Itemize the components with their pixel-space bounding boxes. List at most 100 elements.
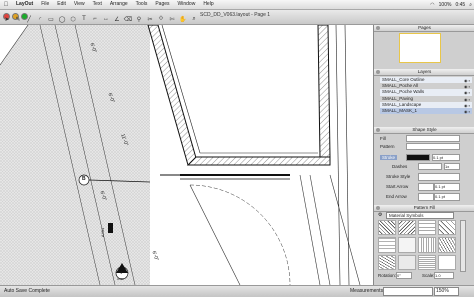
fill-swatch[interactable]	[406, 135, 460, 142]
stroke-style-buttons[interactable]	[418, 173, 460, 181]
pattern-swatch-gravel[interactable]	[398, 254, 416, 270]
label-tool-icon[interactable]: ⌐	[90, 15, 100, 24]
pattern-fill-header[interactable]: Pattern Fill	[374, 205, 474, 212]
polygon-tool-icon[interactable]: ⬡	[68, 15, 78, 24]
dashes-scale[interactable]: 1x	[444, 163, 460, 170]
section-number: 1	[120, 270, 123, 275]
grid-label-b: B	[82, 176, 86, 182]
pattern-swatch-angled-2[interactable]	[378, 254, 396, 270]
arc-tool-icon[interactable]: ◜	[35, 15, 45, 24]
scale-input[interactable]: 1.0	[434, 272, 454, 279]
select-tool-icon[interactable]: ➤	[2, 15, 12, 24]
status-bar: Auto Save Complete Measurements 150%	[0, 285, 474, 297]
gear-icon[interactable]: ⚙	[378, 212, 382, 218]
pages-panel-header[interactable]: Pages	[374, 25, 474, 32]
pattern-swatch-fine[interactable]	[418, 254, 436, 270]
end-arrow-label: End Arrow	[386, 194, 407, 199]
pencil-tool-icon[interactable]: ✎	[13, 15, 23, 24]
text-tool-icon[interactable]: T	[79, 15, 89, 24]
layers-list: SMALL_Core Outline ◉ ▪ SMALL_Poche All ◉ ▪…	[380, 77, 472, 115]
dashes-select[interactable]	[418, 163, 442, 170]
close-icon[interactable]	[376, 26, 380, 30]
pattern-grid	[378, 220, 456, 270]
close-icon[interactable]	[376, 128, 380, 132]
battery-percent[interactable]: 100%	[439, 2, 452, 8]
pattern-swatch-vertical[interactable]	[418, 237, 436, 253]
pattern-swatch[interactable]	[406, 143, 460, 150]
eraser-tool-icon[interactable]: ⌫	[123, 15, 133, 24]
angle-dim-tool-icon[interactable]: ∠	[112, 15, 122, 24]
fill-label[interactable]: Fill	[380, 136, 386, 141]
material-select[interactable]: Material Symbols	[386, 212, 454, 219]
split-tool-icon[interactable]: ✂	[145, 15, 155, 24]
shape-style-header[interactable]: Shape Style	[374, 127, 474, 134]
join-tool-icon[interactable]: ⟐	[156, 15, 166, 24]
start-arrow-label: Start Arrow	[386, 184, 409, 189]
menu-pages[interactable]: Pages	[151, 0, 173, 9]
layers-panel-header[interactable]: Layers	[374, 69, 474, 76]
spotlight-icon[interactable]: ⌕	[469, 2, 472, 8]
pattern-swatch-blank[interactable]	[438, 254, 456, 270]
stroke-label[interactable]: Stroke	[380, 155, 398, 160]
layer-item-selected[interactable]: SMALL_MASK_1 ◉ ▪	[380, 107, 472, 115]
menu-view[interactable]: View	[70, 0, 89, 9]
end-arrow-select[interactable]	[418, 193, 434, 201]
tool-row: ➤ ✎ ╱ ◜ ▭ ◯ ⬡ T ⌐ ↔ ∠ ⌫ ⚲ ✂ ⟐ ✄ ✋ ⌕	[2, 14, 199, 24]
menu-status-area: ◠ 100% 0:45 ⌕	[430, 0, 472, 9]
section-sheet: A411	[117, 277, 124, 281]
start-arrow-select[interactable]	[418, 183, 434, 191]
hatched-slab	[0, 25, 150, 285]
rotation-input[interactable]: 0°	[396, 272, 412, 279]
menu-window[interactable]: Window	[174, 0, 200, 9]
menu-bar:  LayOut File Edit View Text Arrange Too…	[0, 0, 474, 10]
circle-tool-icon[interactable]: ◯	[57, 15, 67, 24]
zoom-select[interactable]: 150%	[434, 287, 459, 296]
stroke-style-label: Stroke Style	[386, 174, 411, 179]
stroke-color[interactable]	[406, 154, 430, 161]
pan-tool-icon[interactable]: ✋	[178, 15, 188, 24]
dimension-tool-icon[interactable]: ↔	[101, 15, 111, 24]
menu-edit[interactable]: Edit	[53, 0, 70, 9]
sheet-ref-a401: A401	[100, 227, 106, 238]
page-thumbnail[interactable]	[399, 33, 441, 63]
pattern-swatch-stone[interactable]	[398, 237, 416, 253]
menu-text[interactable]: Text	[89, 0, 106, 9]
lock-icon[interactable]: ◉ ▪	[464, 109, 470, 115]
inspector-panels: Pages Layers SMALL_Core Outline ◉ ▪ SMALL…	[373, 25, 474, 285]
window-title: SCD_DD_V063.layout - Page 1	[200, 12, 271, 18]
start-arrow-size[interactable]: 0.1 pt	[434, 183, 460, 191]
menu-tools[interactable]: Tools	[132, 0, 152, 9]
pattern-swatch-brick[interactable]	[378, 237, 396, 253]
zoom-tool-icon[interactable]: ⌕	[189, 15, 199, 24]
style-tool-icon[interactable]: ⚲	[134, 15, 144, 24]
measurements-input[interactable]	[383, 287, 433, 296]
drawing-canvas[interactable]: 6'-0" 6'-0" 11'-0" 6'-0" A401 B 6'-0" 1 …	[0, 25, 373, 285]
scissors-tool-icon[interactable]: ✄	[167, 15, 177, 24]
pattern-scrollbar[interactable]	[460, 220, 466, 272]
menu-file[interactable]: File	[37, 0, 53, 9]
scale-label: Scale:	[422, 273, 435, 278]
pattern-swatch-horizontal[interactable]	[418, 220, 436, 236]
menu-arrange[interactable]: Arrange	[106, 0, 132, 9]
menu-help[interactable]: Help	[199, 0, 217, 9]
rotation-label: Rotation:	[378, 273, 397, 278]
measurements-label: Measurements	[350, 288, 384, 294]
clock[interactable]: 0:45	[455, 2, 465, 8]
pattern-swatch-angled[interactable]	[438, 237, 456, 253]
pattern-swatch-hatch[interactable]	[438, 220, 456, 236]
pattern-swatch-diagonal-reverse[interactable]	[398, 220, 416, 236]
close-icon[interactable]	[376, 206, 380, 210]
wifi-icon[interactable]: ◠	[430, 2, 434, 8]
stroke-weight[interactable]: 0.1 pt	[432, 154, 460, 161]
close-icon[interactable]	[376, 70, 380, 74]
status-text: Auto Save Complete	[4, 288, 50, 294]
pattern-swatch-diagonal[interactable]	[378, 220, 396, 236]
rectangle-tool-icon[interactable]: ▭	[46, 15, 56, 24]
dashes-label: Dashes	[392, 164, 408, 169]
floor-plan-drawing	[0, 25, 361, 285]
end-arrow-size[interactable]: 0.1 pt	[434, 193, 460, 201]
apple-icon[interactable]: 	[0, 2, 12, 8]
pattern-label[interactable]: Pattern	[380, 144, 395, 149]
line-tool-icon[interactable]: ╱	[24, 15, 34, 24]
menu-app[interactable]: LayOut	[12, 0, 37, 9]
